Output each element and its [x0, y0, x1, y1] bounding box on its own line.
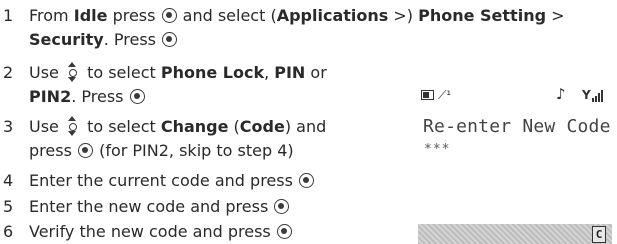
- soft-key-bar: C: [418, 224, 612, 244]
- phone-screen: ⟋¹ ♪ Y Re-enter New Code *** C: [416, 86, 612, 244]
- battery-icon: [421, 90, 434, 100]
- step-text: Use to select Phone Lock, PIN or: [29, 62, 327, 82]
- step-text: Verify the new code and press: [29, 219, 293, 244]
- step-number: 2: [3, 63, 14, 82]
- ok-key-icon: [274, 199, 290, 214]
- ok-key-icon: [129, 89, 145, 104]
- step-text: Use to select Change (Code) and: [29, 116, 327, 136]
- step-number: 4: [3, 171, 14, 190]
- nav-key-icon: [66, 116, 80, 136]
- step-text: Enter the new code and press: [29, 194, 290, 219]
- masked-code: ***: [424, 142, 451, 157]
- step-text: From Idle press and select (Applications…: [29, 6, 565, 25]
- ok-key-icon: [162, 32, 178, 47]
- step-text: Enter the current code and press: [29, 168, 315, 193]
- status-bar: ⟋¹ ♪ Y: [416, 86, 612, 108]
- step-number: 3: [3, 117, 14, 136]
- ok-key-icon: [161, 8, 177, 23]
- screen-prompt: Re-enter New Code: [423, 116, 611, 137]
- ok-key-icon: [299, 173, 315, 188]
- ok-key-icon: [77, 143, 93, 158]
- ok-key-icon: [276, 224, 292, 239]
- step-number: 6: [3, 222, 14, 241]
- network-icon: ⟋¹: [438, 88, 452, 102]
- clear-key-icon: C: [592, 226, 606, 243]
- step-number: 1: [3, 6, 14, 25]
- nav-key-icon: [66, 62, 80, 82]
- music-note-icon: ♪: [556, 86, 566, 103]
- step-number: 5: [3, 197, 14, 216]
- signal-strength-icon: Y: [582, 88, 608, 102]
